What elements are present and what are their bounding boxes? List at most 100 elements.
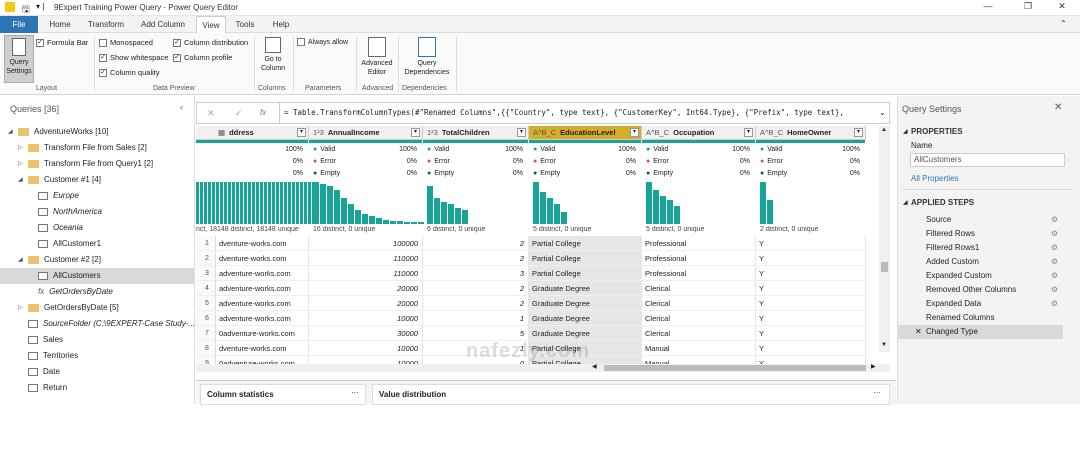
query-item[interactable]: Return (0, 380, 194, 396)
step-settings-gear-icon[interactable]: ⚙ (1051, 227, 1058, 241)
table-cell[interactable]: 20000 (309, 296, 423, 311)
collapse-section-icon[interactable]: ◢ (903, 199, 908, 206)
tab-help[interactable]: Help (266, 16, 296, 33)
distribution-bar[interactable] (561, 212, 567, 224)
distribution-bar[interactable] (441, 202, 447, 224)
distribution-bar[interactable] (667, 200, 673, 224)
scroll-left-icon[interactable]: ◀ (592, 363, 597, 370)
distribution-bar[interactable] (660, 196, 666, 224)
formula-input[interactable]: = Table.TransformColumnTypes(#"Renamed C… (284, 108, 874, 117)
applied-step[interactable]: Source ⚙ (898, 213, 1063, 227)
table-cell[interactable]: Y (756, 296, 866, 311)
distribution-bar[interactable] (200, 182, 203, 224)
table-cell[interactable]: 1 (423, 311, 529, 326)
distribution-bar[interactable] (236, 182, 239, 224)
column-filter-icon[interactable]: ▾ (744, 128, 753, 137)
row-number[interactable]: 3 (196, 266, 216, 281)
distribution-bar[interactable] (646, 182, 652, 224)
table-cell[interactable]: 2 (423, 281, 529, 296)
scroll-up-icon[interactable]: ▲ (881, 127, 887, 133)
table-cell[interactable]: Y (756, 236, 866, 251)
distribution-bar[interactable] (362, 214, 368, 224)
column-type-icon[interactable]: A^B_C (646, 128, 669, 137)
query-name-input[interactable]: AllCustomers (910, 153, 1065, 167)
applied-step[interactable]: Renamed Columns (898, 311, 1063, 325)
query-group-item[interactable]: ◢ AdventureWorks [10] (0, 124, 194, 140)
table-cell[interactable]: Y (756, 281, 866, 296)
column-type-icon[interactable]: 1²3 (427, 128, 438, 137)
quick-access-dropdown-icon[interactable]: ▾ | (36, 2, 44, 11)
column-filter-icon[interactable]: ▾ (297, 128, 306, 137)
column-header[interactable]: A^B_C EducationLevel ▾ (529, 126, 642, 140)
step-settings-gear-icon[interactable]: ⚙ (1051, 241, 1058, 255)
expand-arrow-icon[interactable]: ◢ (18, 172, 28, 188)
h-scroll-thumb[interactable] (604, 365, 866, 371)
table-cell[interactable]: 100000 (309, 236, 423, 251)
row-number[interactable]: 6 (196, 311, 216, 326)
all-properties-link[interactable]: All Properties (911, 174, 959, 183)
distribution-bar[interactable] (268, 182, 271, 224)
table-cell[interactable]: Graduate Degree (529, 311, 642, 326)
table-cell[interactable]: Y (756, 326, 866, 341)
distribution-bar[interactable] (341, 198, 347, 224)
distribution-bar[interactable] (216, 182, 219, 224)
table-cell[interactable]: adventure-works.com (216, 311, 309, 326)
distribution-bar[interactable] (212, 182, 215, 224)
row-number[interactable]: 1 (196, 236, 216, 251)
delete-step-icon[interactable]: ✕ (915, 325, 922, 339)
distribution-bar[interactable] (224, 182, 227, 224)
table-cell[interactable]: adventure-works.com (216, 281, 309, 296)
table-cell[interactable]: Manual (642, 341, 756, 356)
tab-transform[interactable]: Transform (82, 16, 130, 33)
cancel-formula-icon[interactable]: ✕ (207, 108, 215, 119)
expand-arrow-icon[interactable]: ◢ (8, 124, 18, 140)
applied-step[interactable]: Expanded Data ⚙ (898, 297, 1063, 311)
distribution-bar[interactable] (313, 182, 319, 224)
query-item[interactable]: Territories (0, 348, 194, 364)
distribution-bar[interactable] (284, 182, 287, 224)
column-header[interactable]: 1²3 TotalChildren ▾ (423, 126, 529, 140)
query-settings-button[interactable]: Query Settings (4, 35, 34, 83)
distribution-bar[interactable] (533, 182, 539, 224)
query-item[interactable]: SourceFolder (C:\9EXPERT-Case Study-... (0, 316, 195, 332)
distribution-bar[interactable] (327, 186, 333, 224)
distribution-bar[interactable] (256, 182, 259, 224)
table-cell[interactable]: Clerical (642, 296, 756, 311)
table-cell[interactable]: 3 (423, 266, 529, 281)
distribution-bar[interactable] (196, 182, 199, 224)
distribution-bar[interactable] (674, 206, 680, 224)
distribution-bar[interactable] (760, 182, 766, 224)
more-options-icon[interactable]: ··· (873, 388, 881, 397)
table-cell[interactable]: 0adventure-works.com (216, 326, 309, 341)
distribution-bar[interactable] (204, 182, 207, 224)
query-item[interactable]: AllCustomers (0, 268, 194, 284)
row-number[interactable]: 8 (196, 341, 216, 356)
distribution-bar[interactable] (292, 182, 295, 224)
column-type-icon[interactable]: A^B_C (533, 128, 556, 137)
distribution-bar[interactable] (348, 204, 354, 224)
row-number[interactable]: 5 (196, 296, 216, 311)
tab-add-column[interactable]: Add Column (134, 16, 192, 33)
table-cell[interactable]: Y (756, 311, 866, 326)
query-item[interactable]: Europe (0, 188, 194, 204)
step-settings-gear-icon[interactable]: ⚙ (1051, 283, 1058, 297)
applied-step[interactable]: Removed Other Columns ⚙ (898, 283, 1063, 297)
distribution-bar[interactable] (304, 182, 307, 224)
query-group-item[interactable]: ◢ Customer #1 [4] (0, 172, 194, 188)
applied-step[interactable]: Expanded Custom ⚙ (898, 269, 1063, 283)
step-settings-gear-icon[interactable]: ⚙ (1051, 297, 1058, 311)
row-number[interactable]: 7 (196, 326, 216, 341)
scroll-right-icon[interactable]: ▶ (871, 363, 876, 370)
table-cell[interactable]: Professional (642, 236, 756, 251)
table-cell[interactable]: 20000 (309, 281, 423, 296)
always-allow-checkbox[interactable]: Always allow (297, 38, 348, 46)
column-header[interactable]: 1²3 AnnualIncome ▾ (309, 126, 423, 140)
column-filter-icon[interactable]: ▾ (411, 128, 420, 137)
row-number[interactable]: 2 (196, 251, 216, 266)
step-settings-gear-icon[interactable]: ⚙ (1051, 213, 1058, 227)
applied-step[interactable]: Added Custom ⚙ (898, 255, 1063, 269)
query-group-item[interactable]: ▷ GetOrdersByDate [5] (0, 300, 194, 316)
query-group-item[interactable]: ▷ Transform File from Sales [2] (0, 140, 194, 156)
distribution-bar[interactable] (411, 222, 417, 224)
distribution-bar[interactable] (404, 222, 410, 224)
